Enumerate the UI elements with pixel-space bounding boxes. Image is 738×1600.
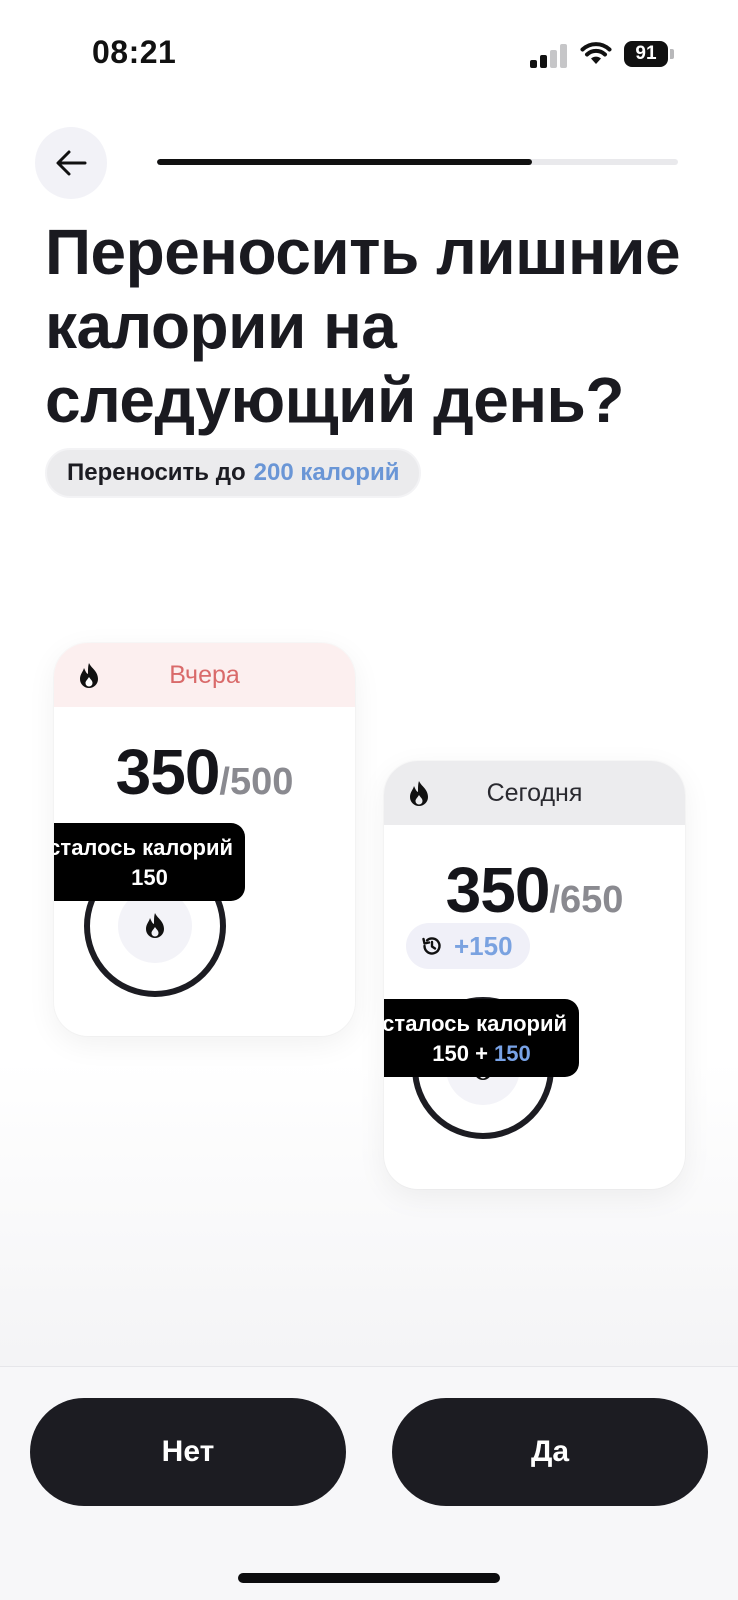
flame-icon	[80, 663, 98, 688]
carry-limit-badge: Переносить до 200 калорий	[45, 448, 422, 498]
yesterday-consumed: 350	[115, 736, 221, 808]
onboarding-progress-bar	[157, 159, 678, 165]
yesterday-goal: /500	[219, 761, 294, 803]
today-label: Сегодня	[486, 778, 583, 807]
tooltip-title: осталось калорий	[54, 835, 233, 860]
today-card: Сегодня 350/650 +150 осталось калорий 15…	[384, 761, 685, 1189]
onboarding-progress-fill	[157, 159, 533, 165]
today-calories: 350/650	[384, 853, 685, 927]
tooltip-value: 150	[131, 865, 168, 890]
cellular-signal-icon	[530, 44, 568, 68]
today-goal: /650	[549, 879, 624, 921]
yesterday-card-header: Вчера	[54, 643, 355, 707]
status-bar: 08:21 91	[0, 0, 738, 100]
carryover-value: +150	[454, 930, 513, 961]
wifi-icon	[580, 42, 612, 64]
battery-level: 91	[635, 43, 657, 64]
yesterday-label: Вчера	[169, 660, 240, 689]
back-button[interactable]	[35, 127, 107, 199]
flame-icon	[410, 781, 428, 806]
yes-button[interactable]: Да	[392, 1398, 708, 1506]
tooltip-extra: 150	[494, 1041, 531, 1066]
arrow-left-icon	[56, 150, 87, 176]
no-button[interactable]: Нет	[30, 1398, 346, 1506]
tooltip-value: 150 + 150	[384, 1039, 579, 1069]
today-card-header: Сегодня	[384, 761, 685, 825]
carry-limit-prefix: Переносить до	[67, 459, 246, 486]
battery-icon: 91	[624, 41, 674, 67]
page-title: Переносить лишние калории на следующий д…	[45, 216, 681, 436]
tooltip-base: 150	[432, 1041, 469, 1066]
yesterday-calories: 350/500	[54, 735, 355, 809]
tooltip-plus: +	[475, 1041, 488, 1066]
flame-icon	[146, 913, 164, 938]
today-remaining-tooltip: осталось калорий 150 + 150	[384, 999, 579, 1077]
history-icon	[422, 937, 441, 955]
yesterday-card: Вчера 350/500 осталось калорий 150	[54, 643, 355, 1036]
carry-limit-amount: 200 калорий	[253, 459, 400, 486]
tooltip-title: осталось калорий	[384, 1011, 567, 1036]
today-consumed: 350	[445, 854, 551, 926]
status-time: 08:21	[92, 34, 177, 70]
yesterday-remaining-tooltip: осталось калорий 150	[54, 823, 245, 901]
home-indicator	[238, 1573, 500, 1583]
carryover-badge: +150	[406, 923, 530, 969]
